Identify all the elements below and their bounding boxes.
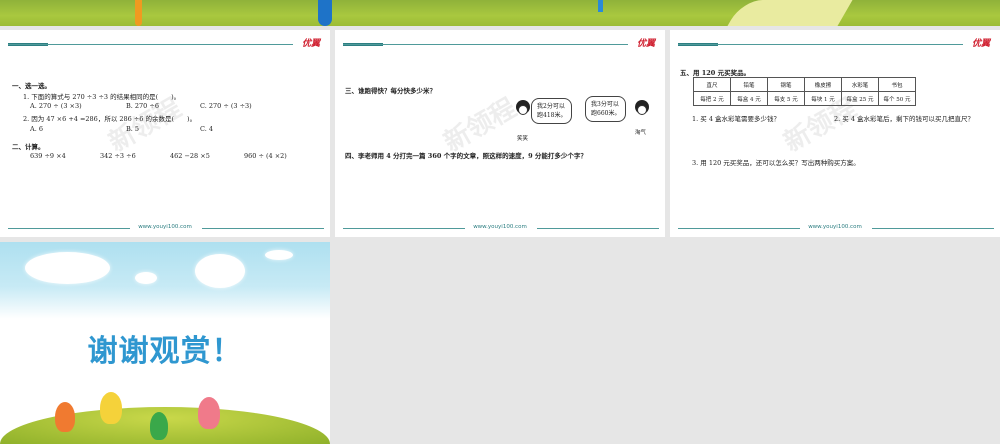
table-cell: 每支 5 元	[767, 91, 805, 106]
child-illustration	[150, 412, 168, 440]
slide-thumbnail-3[interactable]: 优翼 新领程 五、用 120 元买奖品。 直尺 铅笔 钢笔 橡皮擦 水彩笔 书包…	[670, 30, 1000, 237]
slide-thumbnail-1[interactable]: 优翼 新领程 一、选一选。 1. 下面的算式与 270 ÷3 ÷3 的结果相同的…	[0, 30, 330, 237]
calc-item: 639 ÷9 ×4	[30, 152, 66, 160]
calc-item: 342 ÷3 ÷6	[100, 152, 136, 160]
footer-url: www.youyi100.com	[808, 224, 862, 230]
option: C. 270 ÷ (3 ÷3)	[200, 102, 252, 110]
cloud	[25, 252, 110, 284]
section-title: 三、谁跑得快？每分快多少米？	[345, 87, 436, 95]
banner-road	[727, 0, 853, 26]
option: B. 270 ÷6	[126, 102, 159, 110]
table-cell: 每块 1 元	[804, 91, 842, 106]
header-line	[678, 44, 963, 45]
option: B. 5	[126, 125, 140, 133]
price-table: 直尺 铅笔 钢笔 橡皮擦 水彩笔 书包 每把 2 元 每盒 4 元 每支 5 元…	[693, 77, 916, 106]
top-banner-image	[0, 0, 1000, 26]
table-cell: 钢笔	[767, 77, 805, 92]
header-line	[343, 44, 628, 45]
header-line	[8, 44, 293, 45]
child-illustration	[100, 392, 122, 424]
table-cell: 书包	[878, 77, 916, 92]
bubble-line: 跑660米。	[591, 110, 621, 117]
bubble-line: 我3分可以	[591, 101, 619, 108]
table-cell: 铅笔	[730, 77, 768, 92]
table-cell: 每个 50 元	[878, 91, 916, 106]
option: C. 4	[200, 125, 214, 133]
bubble-line: 跑418米。	[537, 112, 567, 119]
thanks-title: 谢谢观赏！	[87, 334, 243, 369]
section-title: 五、用 120 元买奖品。	[680, 69, 751, 77]
banner-decoration	[135, 0, 142, 26]
logo: 优翼	[301, 39, 320, 49]
child-illustration	[198, 397, 220, 429]
cloud	[135, 272, 157, 284]
table-cell: 水彩笔	[841, 77, 879, 92]
character-name: 笑笑	[517, 136, 529, 142]
character-name: 淘气	[635, 130, 647, 136]
question: 1. 买 4 盒水彩笔需要多少钱？	[692, 115, 781, 123]
calc-item: 462 −28 ×5	[170, 152, 210, 160]
cloud	[265, 250, 293, 260]
section-title: 四、李老师用 4 分打完一篇 360 个字的文章，照这样的速度，9 分能打多少个…	[345, 152, 587, 160]
table-cell: 每盒 25 元	[841, 91, 879, 106]
boy-face	[637, 105, 647, 115]
speech-bubble-1: 我2分可以 跑418米。	[531, 98, 573, 124]
child-illustration	[55, 402, 75, 432]
question: 2. 因为 47 ×6 +4 =286，所以 286 ÷6 的余数是( )。	[23, 115, 197, 123]
logo: 优翼	[636, 39, 655, 49]
section-title: 一、选一选。	[12, 82, 51, 90]
footer-url: www.youyi100.com	[138, 224, 192, 230]
table-cell: 直尺	[693, 77, 731, 92]
section-title: 二、计算。	[12, 143, 45, 151]
calc-item: 960 ÷ (4 ×2)	[244, 152, 287, 160]
slide-thumbnail-4[interactable]: 谢谢观赏！	[0, 242, 330, 444]
table-row: 每把 2 元 每盒 4 元 每支 5 元 每块 1 元 每盒 25 元 每个 5…	[693, 91, 916, 106]
bubble-line: 我2分可以	[537, 103, 565, 110]
table-cell: 橡皮擦	[804, 77, 842, 92]
question: 2. 买 4 盒水彩笔后，剩下的钱可以买几把直尺？	[834, 115, 975, 123]
option: A. 270 ÷ (3 ×3)	[30, 102, 82, 110]
girl-face	[518, 105, 528, 115]
banner-decoration	[318, 0, 332, 26]
table-cell: 每盒 4 元	[730, 91, 768, 106]
logo: 优翼	[971, 39, 990, 49]
question: 3. 用 120 元买奖品，还可以怎么买？写出两种购买方案。	[692, 159, 860, 167]
slide-thumbnail-2[interactable]: 优翼 新领程 三、谁跑得快？每分快多少米？ 我2分可以 跑418米。 笑笑 我3…	[335, 30, 665, 237]
question: 1. 下面的算式与 270 ÷3 ÷3 的结果相同的是( )。	[23, 93, 181, 101]
footer-url: www.youyi100.com	[473, 224, 527, 230]
speech-bubble-2: 我3分可以 跑660米。	[585, 96, 627, 122]
option: A. 6	[30, 125, 43, 133]
table-cell: 每把 2 元	[693, 91, 731, 106]
watermark: 新领程	[438, 93, 522, 159]
cloud	[195, 254, 245, 288]
table-header-row: 直尺 铅笔 钢笔 橡皮擦 水彩笔 书包	[693, 77, 916, 92]
banner-decoration	[598, 0, 603, 12]
